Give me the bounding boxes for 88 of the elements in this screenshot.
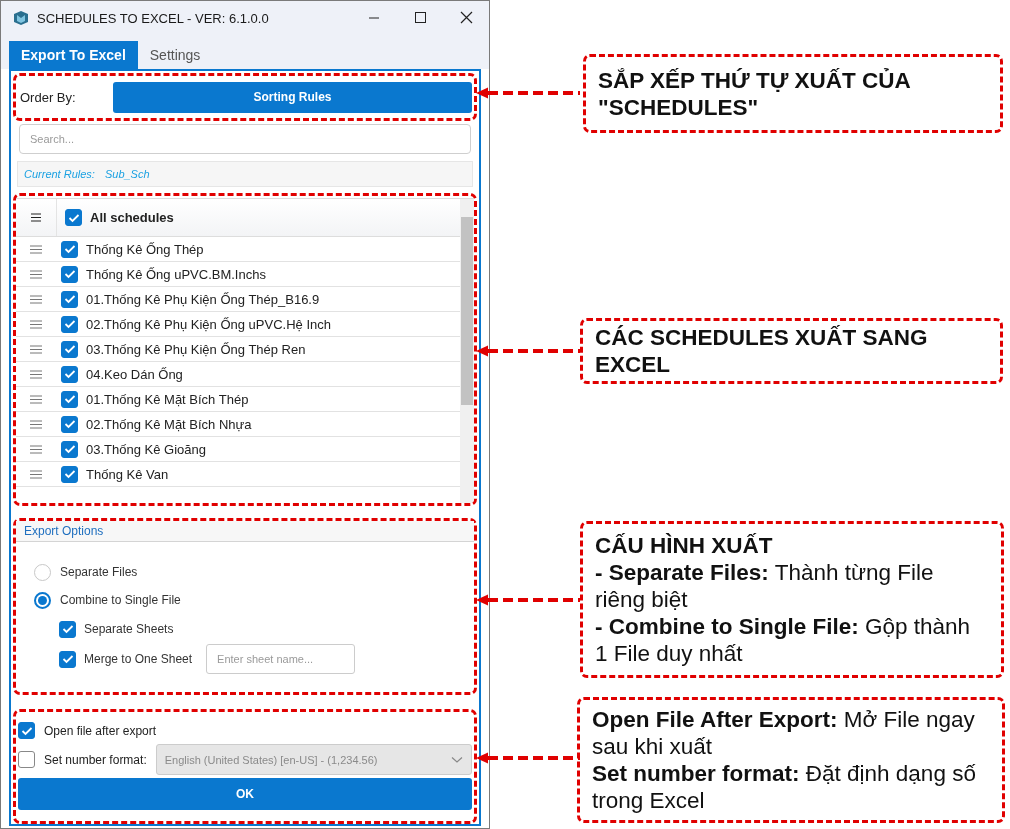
checkmark-icon <box>63 444 76 454</box>
checkbox[interactable] <box>61 340 78 358</box>
search-field[interactable]: Search... <box>19 124 471 154</box>
chevron-down-icon <box>451 755 463 764</box>
checkbox[interactable] <box>61 290 78 308</box>
checkbox[interactable] <box>61 365 78 383</box>
schedule-name: 01.Thống Kê Phụ Kiện Ống Thép_B16.9 <box>86 291 320 307</box>
checkmark-icon <box>61 654 74 664</box>
schedule-name: 03.Thống Kê Gioăng <box>86 441 206 457</box>
schedule-row[interactable]: Thống Kê Ống uPVC.BM.Inchs <box>16 262 460 287</box>
checkmark-icon <box>67 212 80 223</box>
checkmark-icon <box>63 419 76 429</box>
checkbox[interactable] <box>18 722 35 739</box>
checkmark-icon <box>63 344 76 354</box>
schedule-row[interactable]: Thống Kê Ống Thép <box>16 237 460 262</box>
app-logo-icon <box>13 10 29 26</box>
checkbox[interactable] <box>61 315 78 333</box>
drag-handle-icon[interactable] <box>30 444 42 454</box>
callout-text: CẤU HÌNH XUẤT <box>595 532 774 559</box>
checkmark-icon <box>63 269 76 279</box>
checkmark-icon <box>63 369 76 379</box>
checkbox[interactable] <box>61 465 78 483</box>
schedule-name: 03.Thống Kê Phụ Kiện Ống Thép Ren <box>86 341 306 357</box>
schedule-row[interactable]: 02.Thống Kê Phụ Kiện Ống uPVC.Hệ Inch <box>16 312 460 337</box>
option-label: Open file after export <box>44 723 157 738</box>
schedule-name: 02.Thống Kê Mặt Bích Nhựa <box>86 416 252 432</box>
checkmark-icon <box>61 624 74 634</box>
schedule-row[interactable]: 01.Thống Kê Mặt Bích Thép <box>16 387 460 412</box>
checkbox[interactable] <box>59 650 76 668</box>
callout-text: - Separate Files: Thành từng File riêng biệt <box>595 559 935 613</box>
schedule-name: 01.Thống Kê Mặt Bích Thép <box>86 391 249 407</box>
checkbox[interactable] <box>61 440 78 458</box>
checkbox[interactable] <box>61 390 78 408</box>
checkmark-icon <box>63 394 76 404</box>
schedule-row[interactable]: 03.Thống Kê Gioăng <box>16 437 460 462</box>
schedule-row[interactable]: 01.Thống Kê Phụ Kiện Ống Thép_B16.9 <box>16 287 460 312</box>
drag-handle-icon[interactable] <box>30 469 42 479</box>
group-title: Export Options <box>24 524 104 538</box>
order-by-label: Order By: <box>20 89 77 105</box>
callout-text: SẮP XẾP THỨ TỰ XUẤT CỦA "SCHEDULES" <box>598 66 911 121</box>
callout-text: Set number format: Đặt định dạng số trong Excel <box>592 760 977 814</box>
schedule-name: Thống Kê Ống Thép <box>86 241 204 257</box>
drag-handle-icon[interactable] <box>30 244 42 254</box>
window-title: SCHEDULES TO EXCEL - VER: 6.1.0.0 <box>37 10 270 26</box>
option-label: Merge to One Sheet <box>84 652 193 666</box>
checkmark-icon <box>63 319 76 329</box>
drag-handle-icon[interactable] <box>30 269 42 279</box>
checkbox[interactable] <box>61 415 78 433</box>
schedule-name: Thống Kê Ống uPVC.BM.Inchs <box>86 266 266 282</box>
radio-button[interactable] <box>34 591 51 609</box>
checkmark-icon <box>20 725 33 736</box>
drag-handle-icon <box>31 213 41 222</box>
schedule-row[interactable]: 04.Keo Dán Ống <box>16 362 460 387</box>
tab[interactable]: Settings <box>137 41 213 69</box>
option-label: Separate Files <box>60 565 138 579</box>
checkmark-icon <box>63 294 76 304</box>
schedule-row[interactable]: 03.Thống Kê Phụ Kiện Ống Thép Ren <box>16 337 460 362</box>
scrollbar[interactable] <box>460 199 474 503</box>
checkbox[interactable] <box>61 240 78 258</box>
checkbox[interactable] <box>59 620 76 638</box>
schedule-name: 04.Keo Dán Ống <box>86 366 183 382</box>
schedule-name: 02.Thống Kê Phụ Kiện Ống uPVC.Hệ Inch <box>86 316 331 332</box>
drag-handle-icon[interactable] <box>30 394 42 404</box>
schedule-row[interactable]: 02.Thống Kê Mặt Bích Nhựa <box>16 412 460 437</box>
checkbox[interactable] <box>65 209 82 226</box>
tab[interactable]: Export To Excel <box>9 41 138 69</box>
checkmark-icon <box>63 244 76 254</box>
sorting-rules-button[interactable]: Sorting Rules <box>113 81 472 113</box>
schedule-row[interactable]: Thống Kê Van <box>16 462 460 487</box>
option-label: Separate Sheets <box>84 622 174 636</box>
current-rules-label: Current Rules: <box>24 168 95 180</box>
header-label: All schedules <box>90 210 174 225</box>
sheet-name-field[interactable]: Enter sheet name... <box>206 644 356 674</box>
option-label: Set number format: <box>44 752 147 767</box>
schedule-name: Thống Kê Van <box>86 466 169 482</box>
checkmark-icon <box>63 469 76 479</box>
drag-handle-icon[interactable] <box>30 344 42 354</box>
drag-handle-icon[interactable] <box>30 294 42 304</box>
current-rules-value: Sub_Sch <box>104 168 150 180</box>
checkbox[interactable] <box>61 265 78 283</box>
callout-text: Open File After Export: Mở File ngay sau khi xuất <box>592 706 976 760</box>
callout-text: CÁC SCHEDULES XUẤT SANG EXCEL <box>595 324 929 378</box>
drag-handle-icon[interactable] <box>30 419 42 429</box>
callout-text: - Combine to Single File: Gộp thành 1 File duy nhất <box>595 613 972 667</box>
option-label: Combine to Single File <box>60 593 181 607</box>
drag-handle-icon[interactable] <box>30 319 42 329</box>
ok-button[interactable]: OK <box>18 778 472 810</box>
drag-handle-icon[interactable] <box>30 369 42 379</box>
